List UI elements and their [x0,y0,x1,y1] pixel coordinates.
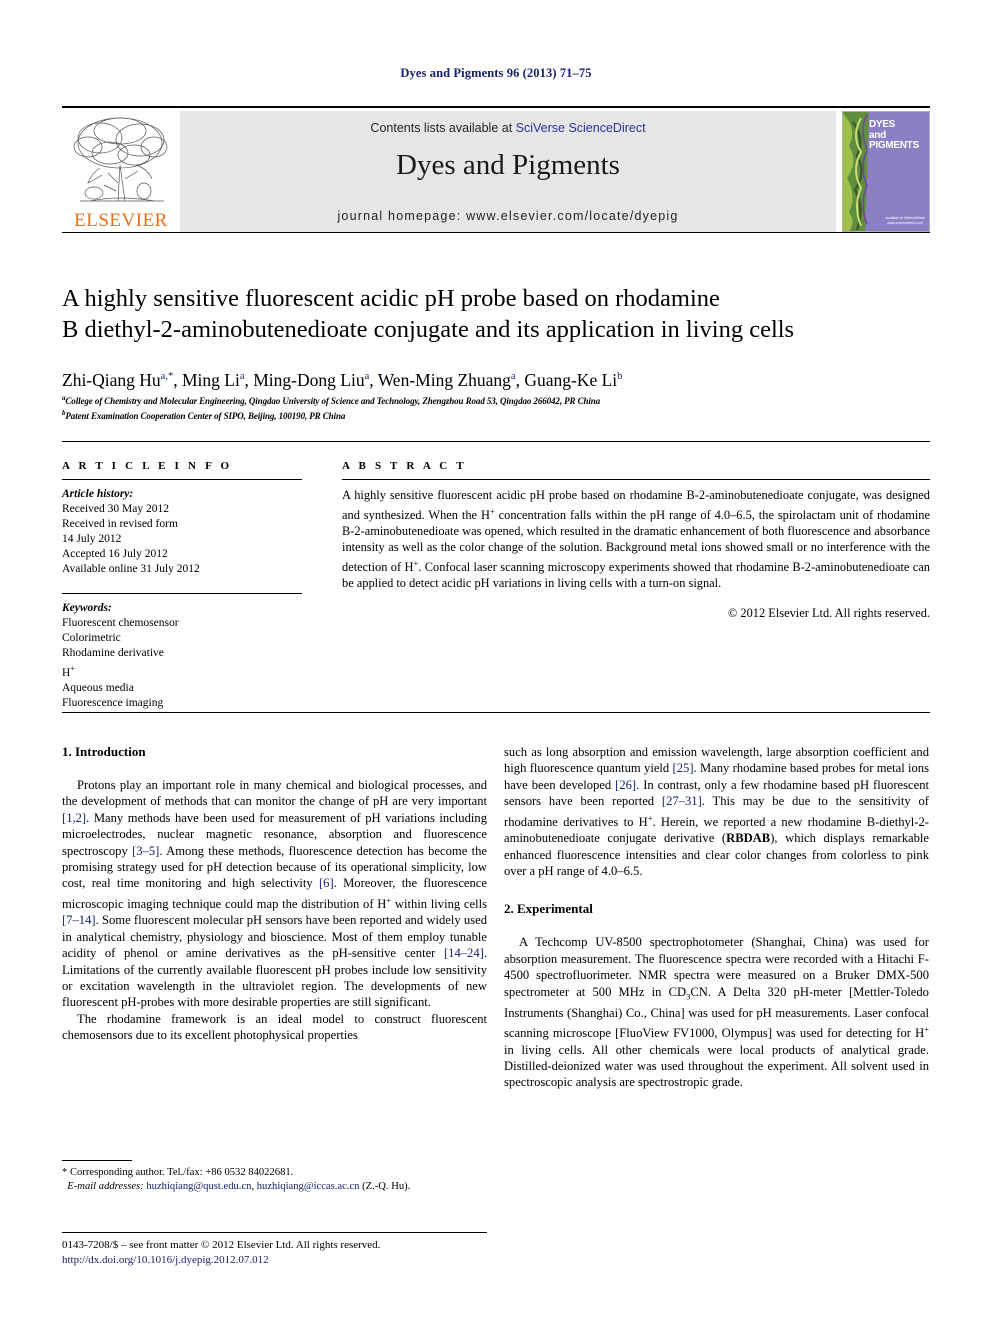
contents-prefix: Contents lists available at [370,121,516,135]
cover-title-line3: PIGMENTS [869,140,919,151]
author-list: Zhi-Qiang Hua,*, Ming Lia, Ming-Dong Liu… [62,369,623,390]
history-item: 14 July 2012 [62,533,122,545]
email-label: E-mail addresses: [67,1181,144,1192]
contents-available-line: Contents lists available at SciVerse Sci… [180,121,836,135]
section-title-introduction: 1. Introduction [62,744,146,759]
cover-footer-text: available at ScienceDirect www.sciencedi… [885,216,925,225]
body-column-left: 1. Introduction Protons play an importan… [62,744,487,1044]
footnote-divider [62,1160,132,1161]
elsevier-logo: ELSEVIER [62,111,180,232]
sciencedirect-link[interactable]: SciVerse ScienceDirect [516,121,646,135]
journal-title: Dyes and Pigments [396,149,620,181]
body-column-right: such as long absorption and emission wav… [504,744,929,1091]
title-line-2: B diethyl-2-aminobutenedioate conjugate … [62,316,795,343]
abstract-rule [342,479,930,480]
journal-masthead: ELSEVIER Contents lists available at Sci… [62,106,930,232]
keyword-item: Fluorescence imaging [62,696,164,709]
cover-title-line1: DYES [869,119,896,130]
article-info-column: A R T I C L E I N F O Article history: R… [62,460,302,711]
title-line-1: A highly sensitive fluorescent acidic pH… [62,285,720,312]
keyword-item: Fluorescent chemosensor [62,617,179,629]
intro-paragraph-3: such as long absorption and emission wav… [504,745,929,879]
title-divider [62,232,930,233]
keywords-rule [62,593,302,594]
author-5: Guang-Ke Lib [524,369,623,390]
article-info-rule [62,479,302,480]
affiliation-b: bPatent Examination Cooperation Center o… [62,408,346,421]
issn-block: 0143-7208/$ – see front matter © 2012 El… [62,1238,532,1267]
email-suffix: (Z.-Q. Hu). [362,1181,411,1192]
body-divider [62,712,930,713]
affiliation-a: aCollege of Chemistry and Molecular Engi… [62,394,601,406]
keywords-label: Keywords: [62,602,112,614]
author-3: Ming-Dong Liua [253,369,370,390]
affiliation-list: aCollege of Chemistry and Molecular Engi… [62,393,942,422]
keyword-item: Rhodamine derivative [62,647,164,659]
history-item: Received 30 May 2012 [62,503,169,515]
abstract-heading: A B S T R A C T [342,460,467,472]
elsevier-tree-icon [73,117,168,202]
email-link-2[interactable]: huzhiqiang@iccas.ac.cn [257,1181,360,1192]
page-title: A highly sensitive fluorescent acidic pH… [62,283,942,345]
author-2: Ming Lia [181,369,245,390]
journal-homepage-link[interactable]: journal homepage: www.elsevier.com/locat… [180,209,836,223]
section-title-experimental: 2. Experimental [504,901,593,917]
author-3-marks: a [364,371,370,382]
author-1: Zhi-Qiang Hua,* [62,369,174,390]
paper-page: Dyes and Pigments 96 (2013) 71–75 ELSEVI… [0,0,992,1323]
author-4-marks: a [510,371,516,382]
author-5-marks: b [617,371,623,382]
author-1-marks: a,* [160,371,174,382]
history-item: Received in revised form [62,518,178,530]
superscript-plus: + [70,663,76,673]
sciencedirect-banner: Contents lists available at SciVerse Sci… [180,111,836,232]
experimental-paragraph-1: A Techcomp UV-8500 spectrophotometer (Sh… [504,935,929,1090]
issn-divider [62,1232,487,1233]
author-2-marks: a [239,371,245,382]
email-note: E-mail addresses: huzhiqiang@qust.edu.cn… [67,1181,411,1192]
issn-line: 0143-7208/$ – see front matter © 2012 El… [62,1239,381,1251]
history-item: Available online 31 July 2012 [62,563,200,575]
email-link-1[interactable]: huzhiqiang@qust.edu.cn [146,1181,251,1192]
abstract-text: A highly sensitive fluorescent acidic pH… [342,488,930,591]
cover-title-text: DYES and PIGMENTS [869,119,927,152]
intro-paragraph-1: Protons play an important role in many c… [62,778,487,1010]
keyword-item-hplus: H+ [62,663,76,679]
corresponding-author-note: * Corresponding author. Tel./fax: +86 05… [62,1167,294,1178]
journal-cover-thumbnail: DYES and PIGMENTS available at ScienceDi… [842,111,930,232]
keyword-item: Aqueous media [62,681,134,694]
keyword-item: Colorimetric [62,632,121,644]
intro-paragraph-2: The rhodamine framework is an ideal mode… [62,1011,487,1043]
abstract-column: A B S T R A C T A highly sensitive fluor… [342,460,930,621]
footnote-block: * Corresponding author. Tel./fax: +86 05… [62,1166,487,1194]
history-item: Accepted 16 July 2012 [62,548,168,560]
running-head: Dyes and Pigments 96 (2013) 71–75 [400,66,592,80]
author-4: Wen-Ming Zhuanga [377,369,516,390]
elsevier-wordmark: ELSEVIER [74,210,168,231]
abstract-copyright: © 2012 Elsevier Ltd. All rights reserved… [727,606,930,621]
doi-link[interactable]: http://dx.doi.org/10.1016/j.dyepig.2012.… [62,1253,532,1268]
info-divider-top [62,441,930,442]
article-history-label: Article history: [62,488,134,500]
article-info-heading: A R T I C L E I N F O [62,460,233,472]
